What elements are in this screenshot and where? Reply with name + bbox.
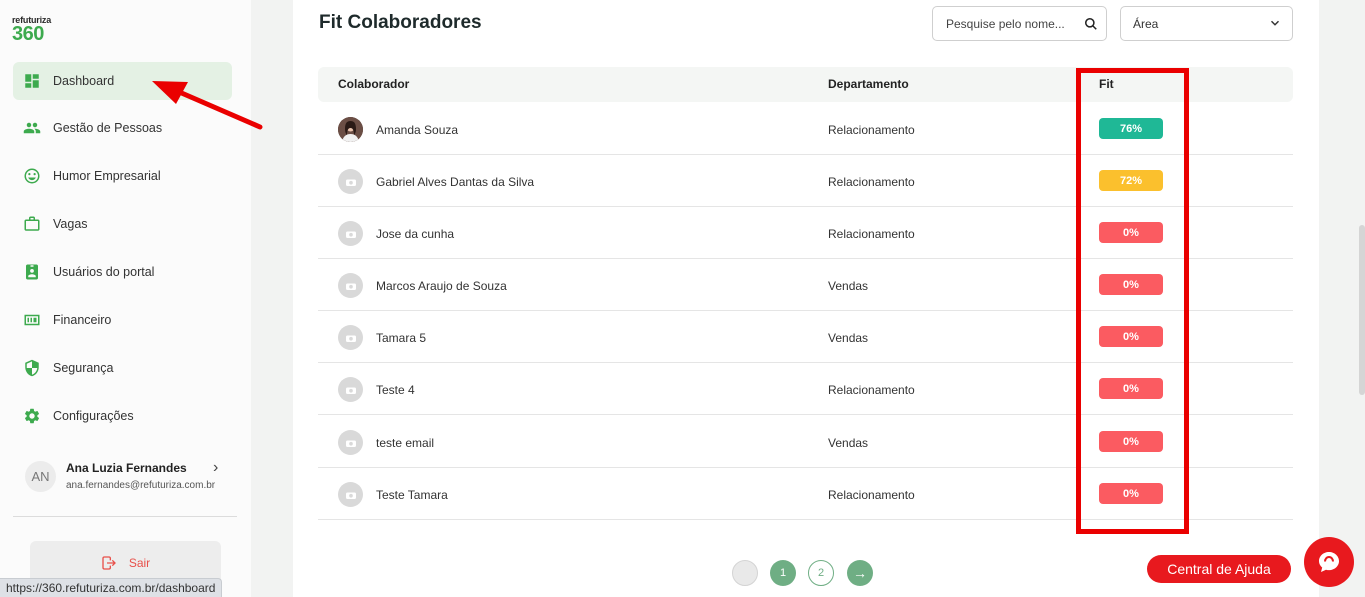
logout-icon bbox=[102, 556, 116, 570]
avatar: AN bbox=[25, 461, 56, 492]
logout-label: Sair bbox=[128, 556, 151, 570]
employee-department: Relacionamento bbox=[828, 123, 915, 137]
avatar-placeholder-icon bbox=[338, 325, 363, 350]
chevron-right-icon: › bbox=[213, 459, 219, 476]
employee-name: Marcos Araujo de Souza bbox=[376, 279, 507, 293]
help-center-button[interactable]: Central de Ajuda bbox=[1147, 555, 1291, 583]
avatar-placeholder-icon bbox=[338, 221, 363, 246]
employee-department: Relacionamento bbox=[828, 383, 915, 397]
chat-button[interactable] bbox=[1304, 537, 1354, 587]
employee-name: Teste Tamara bbox=[376, 488, 448, 502]
pagination-prev-button[interactable] bbox=[732, 560, 758, 586]
gear-icon bbox=[23, 407, 41, 425]
sidebar-item-label: Usuários do portal bbox=[53, 265, 155, 279]
chat-icon bbox=[1319, 552, 1339, 572]
sidebar-divider bbox=[13, 516, 237, 517]
employee-name: Jose da cunha bbox=[376, 227, 455, 241]
area-select[interactable]: Área bbox=[1120, 6, 1293, 41]
avatar-placeholder-icon bbox=[338, 273, 363, 298]
avatar-placeholder-icon bbox=[338, 377, 363, 402]
avatar-placeholder-icon bbox=[338, 430, 363, 455]
smiley-icon bbox=[23, 167, 41, 185]
avatar-placeholder-icon bbox=[338, 169, 363, 194]
chevron-down-icon bbox=[1270, 20, 1280, 26]
briefcase-icon bbox=[23, 215, 41, 233]
shield-icon bbox=[23, 359, 41, 377]
search-box[interactable] bbox=[932, 6, 1107, 41]
sidebar-item-seguranca[interactable]: Segurança bbox=[13, 349, 232, 387]
sidebar-item-humor-empresarial[interactable]: Humor Empresarial bbox=[13, 157, 232, 195]
money-icon bbox=[23, 311, 41, 329]
sidebar-item-usuarios-do-portal[interactable]: Usuários do portal bbox=[13, 253, 232, 291]
search-input[interactable] bbox=[946, 16, 1076, 31]
sidebar-item-label: Humor Empresarial bbox=[53, 169, 161, 183]
employee-department: Vendas bbox=[828, 331, 869, 345]
browser-status-url: https://360.refuturiza.com.br/dashboard bbox=[0, 578, 223, 597]
sidebar-item-configuracoes[interactable]: Configurações bbox=[13, 397, 232, 435]
avatar bbox=[338, 117, 363, 142]
search-icon[interactable] bbox=[1084, 17, 1098, 31]
employee-name: teste email bbox=[376, 436, 435, 450]
employee-department: Relacionamento bbox=[828, 488, 915, 502]
badge-icon bbox=[23, 263, 41, 281]
pagination-page-1[interactable]: 1 bbox=[770, 560, 796, 586]
column-header-colaborador[interactable]: Colaborador bbox=[338, 77, 409, 91]
pagination-next-button[interactable]: → bbox=[847, 560, 873, 586]
employee-department: Vendas bbox=[828, 279, 869, 293]
employee-department: Vendas bbox=[828, 436, 869, 450]
logo-big-text: 360 bbox=[12, 23, 44, 45]
annotation-arrow bbox=[152, 81, 263, 130]
employee-name: Amanda Souza bbox=[376, 123, 459, 137]
sidebar-item-label: Financeiro bbox=[53, 313, 112, 327]
employee-name: Teste 4 bbox=[376, 383, 415, 397]
sidebar-item-label: Vagas bbox=[53, 217, 88, 231]
user-name: Ana Luzia Fernandes bbox=[66, 461, 187, 475]
pagination-page-2[interactable]: 2 bbox=[808, 560, 834, 586]
sidebar-item-label: Segurança bbox=[53, 361, 114, 375]
employee-name: Tamara 5 bbox=[376, 331, 427, 345]
sidebar-item-label: Dashboard bbox=[53, 74, 115, 88]
employee-department: Relacionamento bbox=[828, 175, 915, 189]
sidebar-item-label: Gestão de Pessoas bbox=[53, 121, 163, 135]
user-profile[interactable]: AN Ana Luzia Fernandes ana.fernandes@ref… bbox=[25, 458, 235, 498]
user-email: ana.fernandes@refuturiza.com.br bbox=[66, 480, 216, 491]
logo[interactable]: refuturiza 360 bbox=[12, 16, 51, 45]
employee-department: Relacionamento bbox=[828, 227, 915, 241]
people-icon bbox=[23, 119, 41, 137]
avatar-placeholder-icon bbox=[338, 482, 363, 507]
sidebar-item-label: Configurações bbox=[53, 409, 134, 423]
sidebar-item-vagas[interactable]: Vagas bbox=[13, 205, 232, 243]
column-header-departamento[interactable]: Departamento bbox=[828, 77, 909, 91]
area-select-value: Área bbox=[1133, 16, 1159, 31]
employee-name: Gabriel Alves Dantas da Silva bbox=[376, 175, 535, 189]
sidebar-item-financeiro[interactable]: Financeiro bbox=[13, 301, 232, 339]
dashboard-icon bbox=[23, 72, 41, 90]
scrollbar[interactable] bbox=[1359, 225, 1365, 395]
page-title: Fit Colaboradores bbox=[319, 12, 482, 33]
fit-column-highlight bbox=[1076, 68, 1189, 534]
